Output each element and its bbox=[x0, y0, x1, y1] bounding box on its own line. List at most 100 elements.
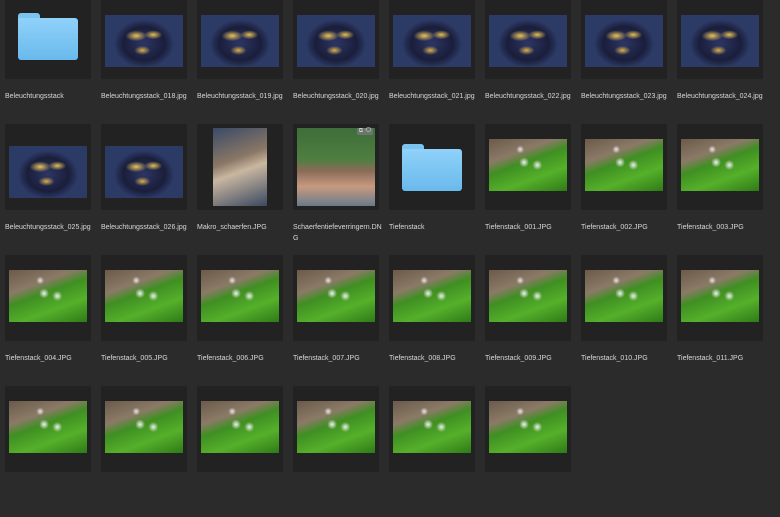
folder-item[interactable]: Beleuchtungsstack bbox=[5, 0, 101, 124]
thumbnail-tile[interactable] bbox=[5, 255, 91, 341]
file-item[interactable]: Beleuchtungsstack_025.jpg bbox=[5, 124, 101, 255]
file-item[interactable]: Tiefenstack_002.JPG bbox=[581, 124, 677, 255]
image-thumbnail bbox=[9, 401, 87, 453]
thumbnail-tile[interactable] bbox=[677, 124, 763, 210]
file-item[interactable]: Tiefenstack_009.JPG bbox=[485, 255, 581, 386]
image-thumbnail bbox=[297, 270, 375, 322]
file-item[interactable]: Tiefenstack_007.JPG bbox=[293, 255, 389, 386]
thumbnail-tile[interactable] bbox=[485, 386, 571, 472]
thumbnail-tile[interactable] bbox=[197, 0, 283, 79]
image-thumbnail bbox=[105, 401, 183, 453]
file-item[interactable]: Tiefenstack_008.JPG bbox=[389, 255, 485, 386]
file-item[interactable]: Tiefenstack_006.JPG bbox=[197, 255, 293, 386]
file-item[interactable]: Tiefenstack_003.JPG bbox=[677, 124, 773, 255]
file-name-label: Beleuchtungsstack_024.jpg bbox=[677, 93, 763, 100]
file-item[interactable]: Tiefenstack_005.JPG bbox=[101, 255, 197, 386]
image-thumbnail bbox=[489, 139, 567, 191]
thumbnail-tile[interactable] bbox=[101, 386, 187, 472]
file-item[interactable] bbox=[101, 386, 197, 517]
thumbnail-tile[interactable] bbox=[101, 0, 187, 79]
image-thumbnail bbox=[105, 15, 183, 67]
file-item[interactable]: Beleuchtungsstack_023.jpg bbox=[581, 0, 677, 124]
file-item[interactable]: Tiefenstack_010.JPG bbox=[581, 255, 677, 386]
file-name-label: Beleuchtungsstack_021.jpg bbox=[389, 93, 475, 100]
thumbnail-tile[interactable]: ⧉ ⟲ bbox=[293, 124, 379, 210]
file-item[interactable] bbox=[293, 386, 389, 517]
file-item[interactable]: Beleuchtungsstack_019.jpg bbox=[197, 0, 293, 124]
file-item[interactable]: Tiefenstack_004.JPG bbox=[5, 255, 101, 386]
file-name-label: Schaerfentiefeverringern.DNG bbox=[293, 224, 382, 242]
thumbnail-tile[interactable] bbox=[293, 0, 379, 79]
image-thumbnail bbox=[297, 401, 375, 453]
image-thumbnail bbox=[297, 15, 375, 67]
file-name-label: Tiefenstack_001.JPG bbox=[485, 224, 552, 231]
file-item[interactable]: Tiefenstack_011.JPG bbox=[677, 255, 773, 386]
file-name-label: Makro_schaerfen.JPG bbox=[197, 224, 267, 231]
file-name-label: Beleuchtungsstack_019.jpg bbox=[197, 93, 283, 100]
file-item[interactable]: Beleuchtungsstack_022.jpg bbox=[485, 0, 581, 124]
file-name-label: Tiefenstack_006.JPG bbox=[197, 355, 264, 362]
file-item[interactable]: ⧉ ⟲ Schaerfentiefeverringern.DNG bbox=[293, 124, 389, 255]
file-name-label: Tiefenstack_007.JPG bbox=[293, 355, 360, 362]
folder-icon bbox=[18, 13, 78, 60]
file-item[interactable]: Makro_schaerfen.JPG bbox=[197, 124, 293, 255]
thumbnail-tile[interactable] bbox=[389, 124, 475, 210]
thumbnail-tile[interactable] bbox=[389, 255, 475, 341]
file-name-label: Tiefenstack_003.JPG bbox=[677, 224, 744, 231]
file-item[interactable]: Beleuchtungsstack_024.jpg bbox=[677, 0, 773, 124]
image-thumbnail bbox=[585, 139, 663, 191]
thumbnail-tile[interactable] bbox=[581, 0, 667, 79]
thumbnail-tile[interactable] bbox=[197, 255, 283, 341]
thumbnail-tile[interactable] bbox=[485, 124, 571, 210]
image-thumbnail bbox=[105, 270, 183, 322]
thumbnail-tile[interactable] bbox=[5, 0, 91, 79]
thumbnail-tile[interactable] bbox=[485, 0, 571, 79]
file-item[interactable]: Beleuchtungsstack_026.jpg bbox=[101, 124, 197, 255]
file-item[interactable] bbox=[197, 386, 293, 517]
thumbnail-tile[interactable] bbox=[485, 255, 571, 341]
file-name-label: Tiefenstack_010.JPG bbox=[581, 355, 648, 362]
thumbnail-tile[interactable] bbox=[581, 255, 667, 341]
file-item[interactable]: Beleuchtungsstack_018.jpg bbox=[101, 0, 197, 124]
folder-icon bbox=[402, 144, 462, 191]
thumbnail-tile[interactable] bbox=[677, 0, 763, 79]
image-thumbnail bbox=[681, 15, 759, 67]
image-thumbnail bbox=[105, 146, 183, 198]
image-thumbnail bbox=[201, 270, 279, 322]
thumbnail-tile[interactable] bbox=[5, 386, 91, 472]
thumbnail-tile[interactable] bbox=[389, 0, 475, 79]
file-item[interactable] bbox=[389, 386, 485, 517]
thumbnail-tile[interactable] bbox=[101, 255, 187, 341]
image-thumbnail bbox=[585, 15, 663, 67]
file-item[interactable]: Tiefenstack_001.JPG bbox=[485, 124, 581, 255]
image-thumbnail bbox=[393, 15, 471, 67]
thumbnail-tile[interactable] bbox=[581, 124, 667, 210]
file-item[interactable]: Beleuchtungsstack_021.jpg bbox=[389, 0, 485, 124]
file-item[interactable]: Beleuchtungsstack_020.jpg bbox=[293, 0, 389, 124]
file-name-label: Tiefenstack bbox=[389, 224, 425, 231]
file-item[interactable] bbox=[485, 386, 581, 517]
image-thumbnail bbox=[9, 270, 87, 322]
thumbnail-tile[interactable] bbox=[101, 124, 187, 210]
image-thumbnail bbox=[9, 146, 87, 198]
thumbnail-tile[interactable] bbox=[389, 386, 475, 472]
file-name-label: Tiefenstack_008.JPG bbox=[389, 355, 456, 362]
folder-item[interactable]: Tiefenstack bbox=[389, 124, 485, 255]
file-name-label: Beleuchtungsstack_023.jpg bbox=[581, 93, 667, 100]
image-thumbnail bbox=[213, 128, 267, 206]
image-thumbnail bbox=[489, 401, 567, 453]
file-name-label: Tiefenstack_009.JPG bbox=[485, 355, 552, 362]
file-name-label: Tiefenstack_004.JPG bbox=[5, 355, 72, 362]
file-name-label: Beleuchtungsstack bbox=[5, 93, 64, 100]
image-thumbnail bbox=[297, 128, 375, 206]
image-thumbnail bbox=[201, 401, 279, 453]
image-thumbnail bbox=[393, 401, 471, 453]
thumbnail-tile[interactable] bbox=[293, 255, 379, 341]
thumbnail-tile[interactable] bbox=[197, 386, 283, 472]
thumbnail-tile[interactable] bbox=[677, 255, 763, 341]
thumbnail-tile[interactable] bbox=[197, 124, 283, 210]
file-item[interactable] bbox=[5, 386, 101, 517]
thumbnail-tile[interactable] bbox=[293, 386, 379, 472]
image-thumbnail bbox=[681, 139, 759, 191]
thumbnail-tile[interactable] bbox=[5, 124, 91, 210]
